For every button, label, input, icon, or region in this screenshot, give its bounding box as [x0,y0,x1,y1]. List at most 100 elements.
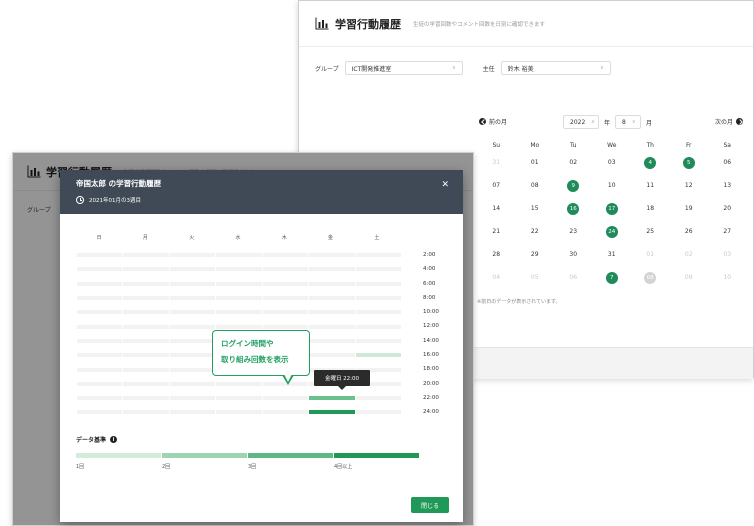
heatmap-cell[interactable] [309,310,355,315]
heatmap-cell[interactable] [76,353,122,358]
calendar-day[interactable]: 10 [708,274,747,281]
heatmap-cell[interactable] [169,353,216,358]
heatmap-cell[interactable] [169,381,216,386]
calendar-day[interactable]: 16 [554,202,593,215]
heatmap-cell[interactable] [309,281,355,286]
calendar-day[interactable]: 26 [670,228,709,235]
heatmap-cell[interactable] [76,253,122,258]
calendar-day[interactable]: 19 [670,205,709,212]
heatmap-cell[interactable] [76,324,122,329]
calendar-day[interactable]: 02 [554,159,593,166]
heatmap-cell[interactable] [169,324,216,329]
calendar-day[interactable]: 30 [554,251,593,258]
heatmap-cell[interactable] [169,338,216,343]
heatmap-cell[interactable] [262,310,309,315]
heatmap-cell[interactable] [123,410,169,415]
calendar-day[interactable]: 27 [708,228,747,235]
heatmap-cell[interactable] [356,324,402,329]
next-month-button[interactable]: 次の月 [715,117,743,126]
month-select[interactable]: 8 ∨ [615,115,642,129]
calendar-day[interactable]: 05 [516,274,555,281]
heatmap-cell[interactable] [216,296,262,301]
heatmap-cell[interactable] [169,296,216,301]
calendar-day[interactable]: 02 [670,251,709,258]
heatmap-cell[interactable] [356,338,402,343]
calendar-day[interactable]: 11 [631,182,670,189]
calendar-day[interactable]: 23 [554,228,593,235]
calendar-day[interactable]: 5 [670,156,709,169]
calendar-day[interactable]: 21 [477,228,516,235]
heatmap-cell[interactable] [356,396,402,401]
heatmap-cell[interactable] [76,310,122,315]
heatmap-cell[interactable] [76,367,122,372]
close-button[interactable]: 閉じる [411,497,449,513]
calendar-day[interactable]: 24 [593,225,632,238]
heatmap-cell[interactable] [169,367,216,372]
heatmap-cell[interactable] [262,296,309,301]
heatmap-cell[interactable] [76,281,122,286]
heatmap-cell[interactable] [76,338,122,343]
calendar-day[interactable]: 18 [631,205,670,212]
heatmap-cell[interactable] [169,410,216,415]
heatmap-cell[interactable] [169,267,216,272]
heatmap-cell[interactable] [169,396,216,401]
heatmap-cell[interactable] [216,396,262,401]
heatmap-cell[interactable] [309,396,355,401]
heatmap-cell[interactable] [123,367,169,372]
calendar-day[interactable]: 29 [516,251,555,258]
heatmap-cell[interactable] [309,338,355,343]
heatmap-cell[interactable] [309,410,355,415]
calendar-day[interactable]: 31 [593,251,632,258]
calendar-day[interactable]: 22 [516,228,555,235]
calendar-day[interactable]: 06 [708,159,747,166]
heatmap-cell[interactable] [169,253,216,258]
calendar-day[interactable]: 09 [670,274,709,281]
heatmap-cell[interactable] [216,410,262,415]
calendar-day[interactable]: 9 [554,179,593,192]
heatmap-cell[interactable] [76,381,122,386]
year-select[interactable]: 2022 ∨ [563,115,599,129]
calendar-day[interactable]: 03 [593,159,632,166]
heatmap-cell[interactable] [216,310,262,315]
calendar-day[interactable]: 01 [516,159,555,166]
heatmap-cell[interactable] [309,267,355,272]
heatmap-cell[interactable] [309,296,355,301]
heatmap-cell[interactable] [76,410,122,415]
heatmap-cell[interactable] [76,396,122,401]
prev-month-button[interactable]: 前の月 [479,117,507,126]
calendar-day[interactable]: 14 [477,205,516,212]
heatmap-cell[interactable] [123,253,169,258]
heatmap-cell[interactable] [262,410,309,415]
heatmap-cell[interactable] [356,310,402,315]
heatmap-cell[interactable] [356,267,402,272]
heatmap-cell[interactable] [123,310,169,315]
heatmap-cell[interactable] [309,253,355,258]
heatmap-cell[interactable] [123,381,169,386]
heatmap-cell[interactable] [123,281,169,286]
heatmap-cell[interactable] [262,281,309,286]
calendar-day[interactable]: 03 [708,251,747,258]
heatmap-cell[interactable] [216,267,262,272]
heatmap-cell[interactable] [356,410,402,415]
calendar-day[interactable]: 08 [631,271,670,284]
heatmap-cell[interactable] [169,281,216,286]
heatmap-cell[interactable] [76,296,122,301]
heatmap-cell[interactable] [309,353,355,358]
heatmap-cell[interactable] [123,267,169,272]
heatmap-cell[interactable] [262,396,309,401]
heatmap-cell[interactable] [123,296,169,301]
calendar-day[interactable]: 31 [477,159,516,166]
heatmap-cell[interactable] [262,253,309,258]
calendar-day[interactable]: 01 [631,251,670,258]
calendar-day[interactable]: 17 [593,202,632,215]
calendar-day[interactable]: 10 [593,182,632,189]
heatmap-cell[interactable] [169,310,216,315]
heatmap-cell[interactable] [356,253,402,258]
calendar-day[interactable]: 06 [554,274,593,281]
heatmap-cell[interactable] [262,324,309,329]
heatmap-cell[interactable] [216,281,262,286]
heatmap-cell[interactable] [123,396,169,401]
heatmap-cell[interactable] [123,338,169,343]
heatmap-cell[interactable] [76,267,122,272]
heatmap-cell[interactable] [123,353,169,358]
